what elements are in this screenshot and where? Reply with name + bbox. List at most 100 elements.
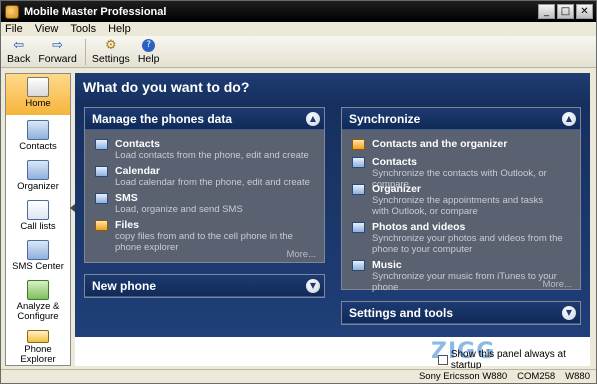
sync-task-organizer[interactable]: Organizer Synchronize the appointments a…	[352, 183, 557, 217]
sync-panel-title: Synchronize	[349, 111, 421, 126]
menu-help[interactable]: Help	[108, 23, 131, 35]
sidebar-label: Phone Explorer	[20, 344, 56, 365]
settings-panel-title: Settings and tools	[349, 305, 454, 320]
close-button[interactable]: ✕	[576, 4, 593, 19]
task-title: Organizer	[372, 183, 422, 195]
title-bar: Mobile Master Professional _ □ ✕	[1, 1, 596, 22]
sync-panel: Synchronize ▲ Contacts and the organizer…	[341, 107, 581, 293]
sidebar-label: SMS Center	[12, 261, 64, 272]
sidebar-label: Analyze & Configure	[16, 301, 60, 322]
task-title: Photos and videos	[372, 221, 466, 233]
settings-panel: Settings and tools ▼	[341, 301, 581, 325]
sync-task-contacts-organizer[interactable]: Contacts and the organizer	[352, 138, 507, 150]
collapse-up-icon[interactable]: ▲	[562, 112, 576, 126]
photos-sync-icon	[352, 222, 365, 233]
status-model: W880	[565, 371, 590, 382]
settings-panel-header[interactable]: Settings and tools ▼	[342, 302, 580, 324]
expand-down-icon[interactable]: ▼	[306, 279, 320, 293]
forward-arrow-icon: ⇨	[52, 37, 64, 53]
manage-more-link[interactable]: More...	[286, 249, 316, 260]
main-panel: What do you want to do? Manage the phone…	[75, 73, 590, 366]
sidebar-item-phone-explorer[interactable]: Phone Explorer	[6, 325, 70, 365]
task-desc: Load calendar from the phone, edit and c…	[115, 177, 310, 188]
menu-view[interactable]: View	[35, 23, 59, 35]
page-title: What do you want to do?	[83, 79, 250, 95]
sidebar-item-organizer[interactable]: Organizer	[6, 155, 70, 195]
settings-button[interactable]: ⚙ Settings	[92, 37, 130, 66]
task-title: Calendar	[115, 165, 160, 177]
sidebar-item-sms-center[interactable]: SMS Center	[6, 235, 70, 275]
window-controls: _ □ ✕	[538, 4, 593, 19]
maximize-button[interactable]: □	[557, 4, 574, 19]
sidebar-item-contacts[interactable]: Contacts	[6, 115, 70, 155]
collapse-up-icon[interactable]: ▲	[306, 112, 320, 126]
analyze-icon	[27, 280, 49, 300]
help-icon: ?	[140, 38, 158, 52]
back-button[interactable]: ⇦ Back	[7, 37, 31, 66]
sidebar-item-home[interactable]: Home	[6, 74, 70, 115]
forward-button[interactable]: ⇨ Forward	[38, 37, 77, 66]
app-window: Mobile Master Professional _ □ ✕ File Vi…	[0, 0, 597, 384]
task-title: Music	[372, 259, 402, 271]
task-sms[interactable]: SMS Load, organize and send SMS	[95, 192, 243, 215]
phone-explorer-icon	[27, 330, 49, 343]
home-icon	[27, 77, 49, 97]
help-button[interactable]: ? Help	[137, 38, 160, 65]
checkbox-label: Show this panel always at startup	[450, 349, 566, 371]
status-bar: Sony Ericsson W880 COM258 W880	[1, 369, 596, 383]
toolbar: ⇦ Back ⇨ Forward ⚙ Settings ? Help	[1, 36, 596, 68]
manage-panel-header[interactable]: Manage the phones data ▲	[85, 108, 324, 130]
organizer-icon	[27, 160, 49, 180]
sync-task-photos[interactable]: Photos and videos Synchronize your photo…	[352, 221, 574, 255]
expand-down-icon[interactable]: ▼	[562, 306, 576, 320]
new-phone-title: New phone	[92, 278, 157, 293]
back-arrow-icon: ⇦	[13, 37, 25, 53]
new-phone-header[interactable]: New phone ▼	[85, 275, 324, 297]
back-label: Back	[7, 53, 31, 65]
sms-icon	[27, 240, 49, 260]
sidebar-label: Organizer	[17, 181, 59, 192]
music-sync-icon	[352, 260, 365, 271]
contacts-sync-icon	[352, 157, 365, 168]
help-label: Help	[137, 53, 160, 65]
sms-envelope-icon	[95, 193, 108, 204]
gear-icon: ⚙	[105, 37, 117, 53]
task-desc: Load, organize and send SMS	[115, 204, 243, 215]
sidebar-label: Contacts	[19, 141, 57, 152]
task-desc: Synchronize the appointments and tasks w…	[372, 195, 544, 217]
folder-icon	[95, 220, 108, 231]
task-desc: copy files from and to the cell phone in…	[115, 231, 293, 253]
new-phone-panel: New phone ▼	[84, 274, 325, 298]
menu-file[interactable]: File	[5, 23, 23, 35]
sync-panel-header[interactable]: Synchronize ▲	[342, 108, 580, 130]
task-desc: Load contacts from the phone, edit and c…	[115, 150, 309, 161]
window-title: Mobile Master Professional	[24, 5, 167, 18]
manage-panel: Manage the phones data ▲ Contacts Load c…	[84, 107, 325, 263]
toolbar-separator	[84, 39, 86, 65]
app-logo-icon	[5, 4, 19, 19]
task-desc: Synchronize your photos and videos from …	[372, 233, 563, 255]
task-title: SMS	[115, 192, 138, 204]
task-calendar[interactable]: Calendar Load calendar from the phone, e…	[95, 165, 310, 188]
status-port: COM258	[517, 371, 556, 382]
menu-bar: File View Tools Help	[1, 22, 596, 36]
sidebar-label: Home	[25, 98, 51, 109]
contacts-card-icon	[95, 139, 108, 150]
sidebar-item-analyze[interactable]: Analyze & Configure	[6, 275, 70, 325]
sidebar-item-call-lists[interactable]: Call lists	[6, 195, 70, 235]
menu-tools[interactable]: Tools	[70, 23, 96, 35]
task-contacts[interactable]: Contacts Load contacts from the phone, e…	[95, 138, 309, 161]
minimize-button[interactable]: _	[538, 4, 555, 19]
task-files[interactable]: Files copy files from and to the cell ph…	[95, 219, 310, 253]
calendar-icon	[95, 166, 108, 177]
sync-more-link[interactable]: More...	[542, 279, 572, 290]
manage-panel-title: Manage the phones data	[92, 111, 233, 126]
forward-label: Forward	[38, 53, 77, 65]
checkbox-box[interactable]	[438, 355, 448, 365]
task-title: Contacts and the organizer	[372, 138, 508, 150]
contacts-icon	[27, 120, 49, 140]
sync-task-music[interactable]: Music Synchronize your music from iTunes…	[352, 259, 574, 293]
show-panel-startup-checkbox[interactable]: Show this panel always at startup	[438, 349, 596, 371]
sidebar-label: Call lists	[20, 221, 56, 232]
task-title: Contacts	[115, 138, 160, 150]
